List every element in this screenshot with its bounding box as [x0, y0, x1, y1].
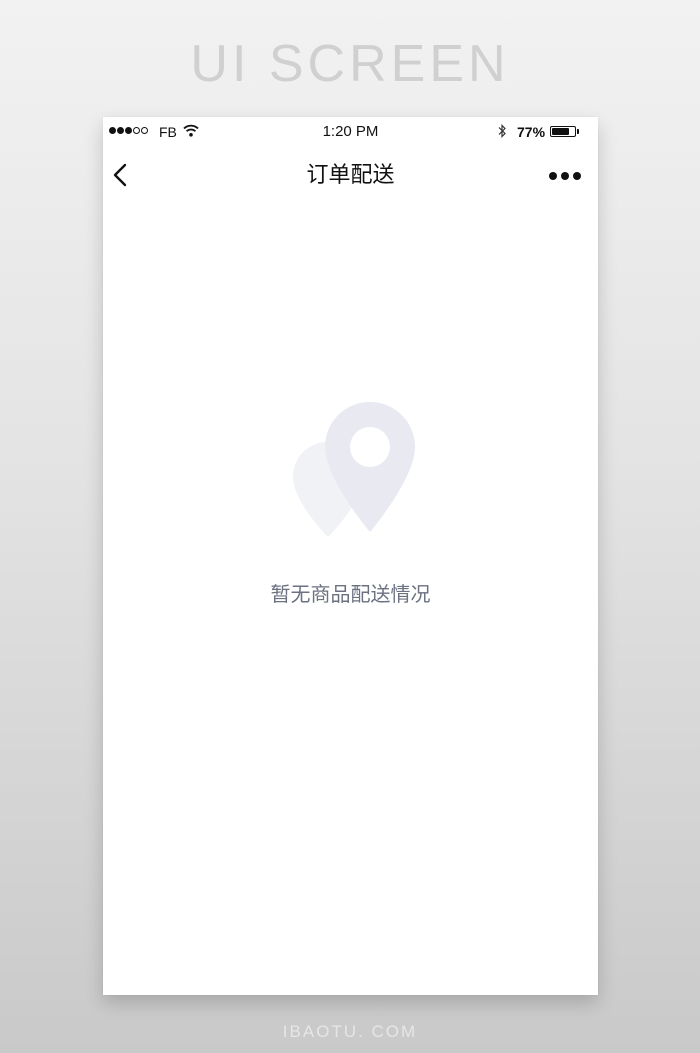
location-pin-icon	[293, 402, 415, 537]
bluetooth-icon	[498, 124, 506, 138]
status-bar: FB 1:20 PM 77%	[103, 117, 598, 147]
empty-message: 暂无商品配送情况	[270, 582, 431, 606]
battery-icon	[550, 126, 576, 137]
navigation-bar: 订单配送	[103, 147, 598, 205]
page-title: 订单配送	[306, 163, 395, 188]
phone-screen: FB 1:20 PM 77% 订单配送 暂无商品配送情况	[103, 117, 598, 995]
banner-title: UI SCREEN	[190, 35, 510, 93]
battery-percentage: 77%	[517, 124, 546, 140]
battery-cap	[577, 129, 579, 134]
more-dot	[573, 172, 581, 180]
more-options-button[interactable]	[549, 171, 581, 181]
more-dot	[561, 172, 569, 180]
more-dot	[549, 172, 557, 180]
footer-watermark: IBAOTU. COM	[282, 1022, 418, 1041]
